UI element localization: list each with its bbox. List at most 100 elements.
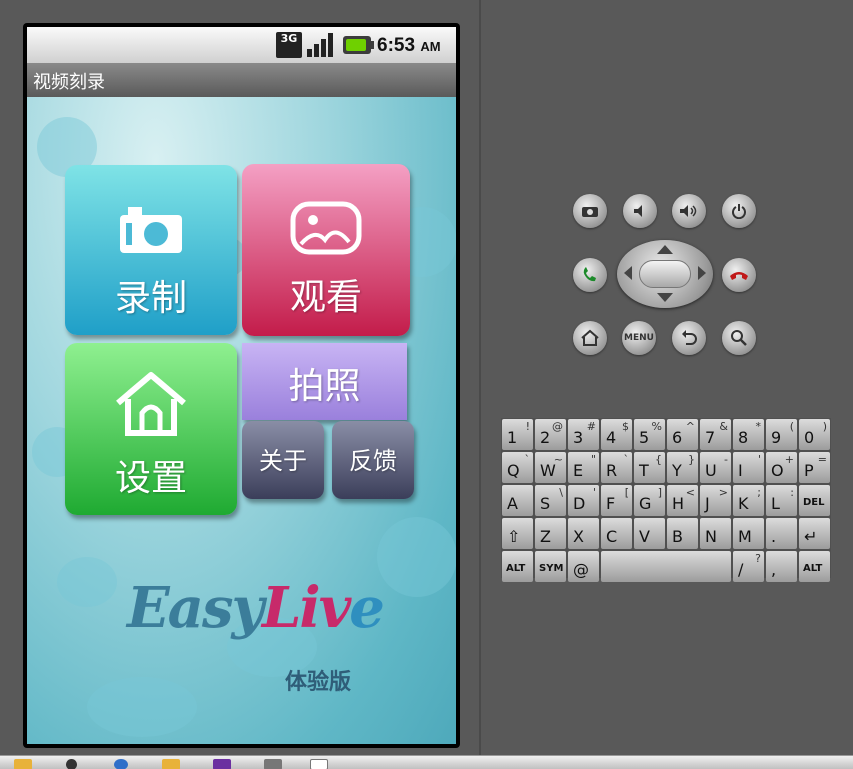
key-period[interactable]: . xyxy=(766,518,797,549)
key-a[interactable]: A xyxy=(502,485,533,516)
key-p[interactable]: P = xyxy=(799,452,830,483)
camera-button[interactable] xyxy=(573,194,607,228)
search-icon xyxy=(731,330,747,346)
dpad-left-icon[interactable] xyxy=(624,266,632,280)
volume-down-icon xyxy=(634,205,642,217)
record-tile[interactable]: 录制 xyxy=(65,165,237,335)
key-m[interactable]: M xyxy=(733,518,764,549)
photo-label: 拍照 xyxy=(288,366,361,407)
key-comma[interactable]: , xyxy=(766,551,797,582)
key-l[interactable]: L: xyxy=(766,485,797,516)
app-main: 录制 观看 设置 拍照 关于 反馈 EasyLive 体验版 xyxy=(27,97,456,744)
app-icon[interactable] xyxy=(66,759,77,769)
volume-down-button[interactable] xyxy=(623,194,657,228)
end-call-button[interactable] xyxy=(722,258,756,292)
settings-tile[interactable]: 设置 xyxy=(65,343,237,515)
app-title-bar: 视频刻录 xyxy=(27,63,456,97)
key-space[interactable] xyxy=(601,551,731,582)
menu-button[interactable]: MENU xyxy=(622,321,656,355)
dpad-down-icon[interactable] xyxy=(657,293,673,302)
key-u[interactable]: U- xyxy=(700,452,731,483)
key-1[interactable]: 1! xyxy=(502,419,533,450)
key-shift[interactable]: ⇧ xyxy=(502,518,533,549)
edition-label: 体验版 xyxy=(285,670,352,695)
record-label: 录制 xyxy=(114,278,187,319)
key-sym[interactable]: SYM xyxy=(535,551,566,582)
camera-icon xyxy=(120,207,182,253)
volume-up-icon xyxy=(680,205,697,217)
home-button[interactable] xyxy=(573,321,607,355)
search-button[interactable] xyxy=(722,321,756,355)
status-clock: 6:53 AM xyxy=(377,35,441,56)
key-t[interactable]: T{ xyxy=(634,452,665,483)
key-enter[interactable]: ↵ xyxy=(799,518,830,549)
power-button[interactable] xyxy=(722,194,756,228)
key-z[interactable]: Z xyxy=(535,518,566,549)
key-slash[interactable]: /? xyxy=(733,551,764,582)
folder-icon[interactable] xyxy=(162,759,180,769)
battery-icon xyxy=(343,36,374,54)
host-taskbar xyxy=(0,755,853,769)
signal-strength-icon xyxy=(307,33,335,57)
key-n[interactable]: N xyxy=(700,518,731,549)
call-icon xyxy=(583,267,596,282)
browser-icon[interactable] xyxy=(114,759,128,769)
key-v[interactable]: V xyxy=(634,518,665,549)
emulator-keyboard: 1! 2 @ 3 # 4 $ 5% 6 ^ 7 & 8 * 9( 0) Q ` W ~ E " R… xyxy=(501,418,831,582)
key-at[interactable]: @ xyxy=(568,551,599,582)
camera-icon xyxy=(582,207,598,217)
watch-tile[interactable]: 观看 xyxy=(242,164,410,336)
app-icon[interactable] xyxy=(264,759,282,769)
key-x[interactable]: X xyxy=(568,518,599,549)
end-call-icon xyxy=(730,272,748,280)
feedback-button[interactable]: 反馈 xyxy=(332,421,414,499)
menu-label: MENU xyxy=(624,333,654,343)
key-9[interactable]: 9( xyxy=(766,419,797,450)
key-6[interactable]: 6 ^ xyxy=(667,419,698,450)
folder-icon[interactable] xyxy=(14,759,32,769)
key-w[interactable]: W ~ xyxy=(535,452,566,483)
key-s[interactable]: S \ xyxy=(535,485,566,516)
key-f[interactable]: F[ xyxy=(601,485,632,516)
key-alt-right[interactable]: ALT xyxy=(799,551,830,582)
easylive-logo: EasyLive xyxy=(127,575,385,641)
key-o[interactable]: O + xyxy=(766,452,797,483)
settings-label: 设置 xyxy=(114,458,187,499)
key-7[interactable]: 7 & xyxy=(700,419,731,450)
call-button[interactable] xyxy=(573,258,607,292)
power-icon xyxy=(732,204,746,219)
about-button[interactable]: 关于 xyxy=(242,421,324,499)
dpad-center-button[interactable] xyxy=(639,260,691,288)
key-e[interactable]: E " xyxy=(568,452,599,483)
key-4[interactable]: 4 $ xyxy=(601,419,632,450)
key-r[interactable]: R ` xyxy=(601,452,632,483)
document-icon[interactable] xyxy=(310,759,328,769)
key-delete[interactable]: DEL xyxy=(799,485,830,516)
key-8[interactable]: 8 * xyxy=(733,419,764,450)
back-button[interactable] xyxy=(672,321,706,355)
key-c[interactable]: C xyxy=(601,518,632,549)
key-5[interactable]: 5% xyxy=(634,419,665,450)
key-q[interactable]: Q ` xyxy=(502,452,533,483)
key-0[interactable]: 0) xyxy=(799,419,830,450)
picture-icon xyxy=(290,201,362,255)
dpad-right-icon[interactable] xyxy=(698,266,706,280)
key-2[interactable]: 2 @ xyxy=(535,419,566,450)
key-b[interactable]: B xyxy=(667,518,698,549)
phone-frame: 3G 6:53 AM 视频刻录 录制 观看 设置 拍照 关于 反馈 EasyLi… xyxy=(23,23,460,748)
key-h[interactable]: H < xyxy=(667,485,698,516)
key-y[interactable]: Y} xyxy=(667,452,698,483)
app-icon[interactable] xyxy=(213,759,231,769)
watch-label: 观看 xyxy=(289,277,362,318)
key-j[interactable]: J > xyxy=(700,485,731,516)
key-3[interactable]: 3 # xyxy=(568,419,599,450)
key-i[interactable]: I ' xyxy=(733,452,764,483)
phone-screen: 3G 6:53 AM 视频刻录 录制 观看 设置 拍照 关于 反馈 EasyLi… xyxy=(27,27,456,744)
key-g[interactable]: G] xyxy=(634,485,665,516)
dpad-up-icon[interactable] xyxy=(657,245,673,254)
key-alt-left[interactable]: ALT xyxy=(502,551,533,582)
photo-tile[interactable]: 拍照 xyxy=(242,343,407,420)
key-k[interactable]: K; xyxy=(733,485,764,516)
key-d[interactable]: D ' xyxy=(568,485,599,516)
volume-up-button[interactable] xyxy=(672,194,706,228)
